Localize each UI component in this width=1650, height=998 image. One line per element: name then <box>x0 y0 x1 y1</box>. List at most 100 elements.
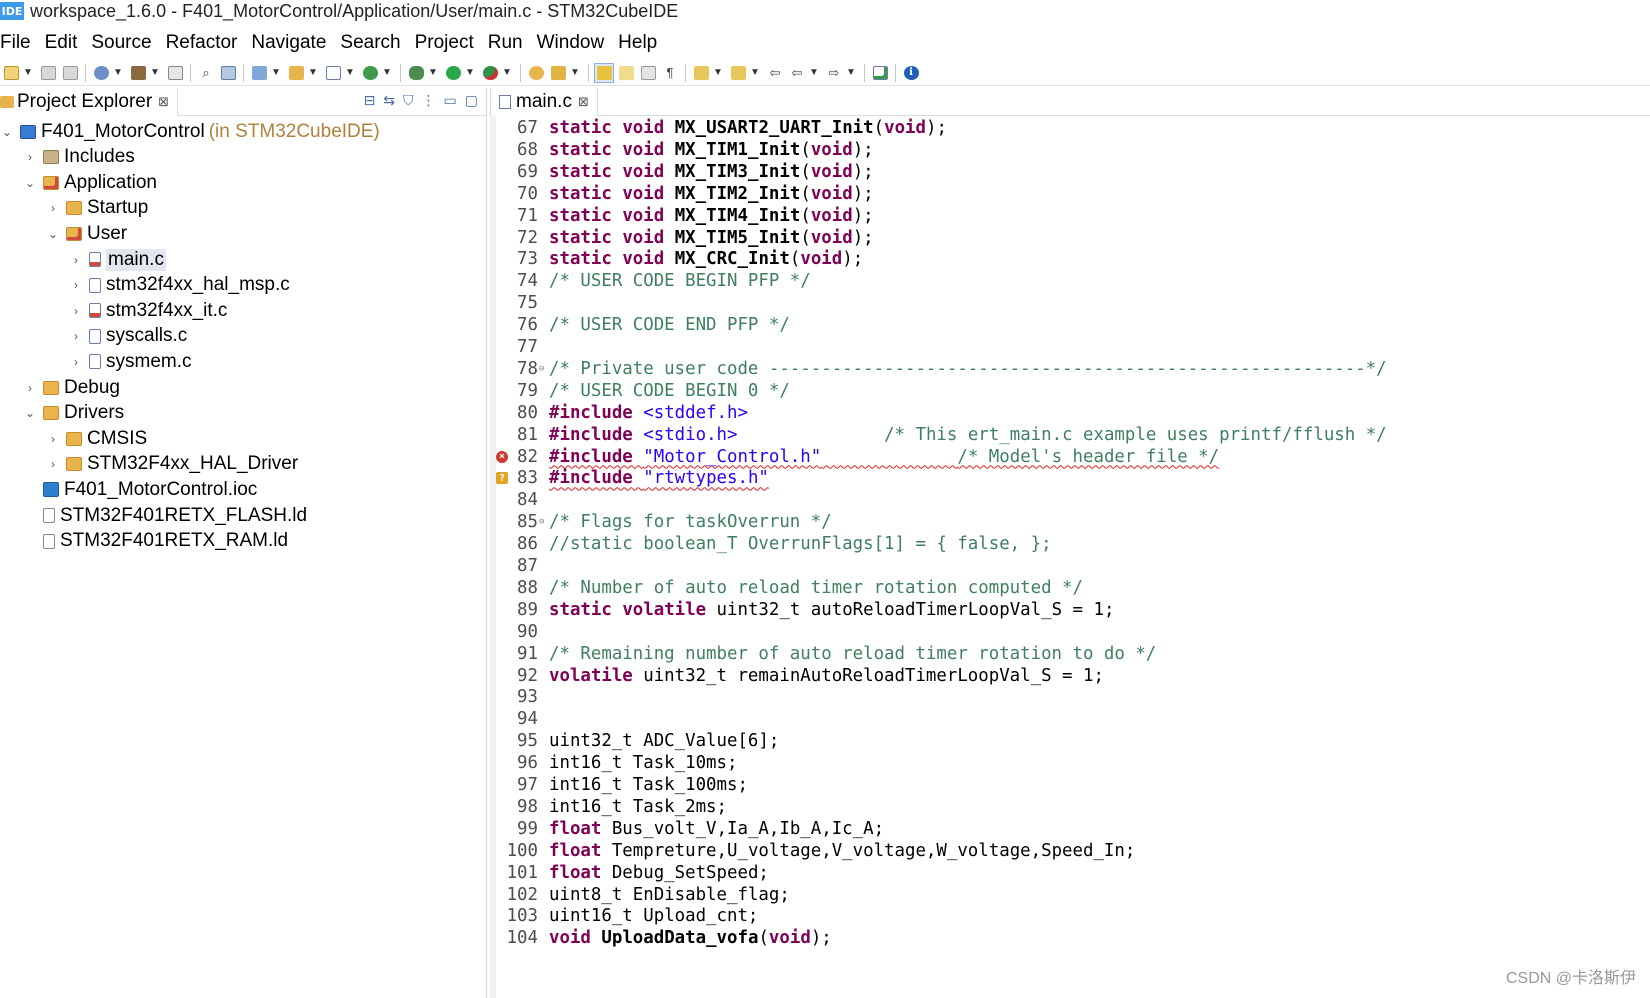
menu-edit[interactable]: Edit <box>45 32 84 54</box>
filter-icon[interactable]: ⛉ <box>403 92 414 109</box>
code-line[interactable]: 96 int16_t Task_10ms; <box>490 752 1650 774</box>
debug-bug-icon[interactable] <box>406 63 426 83</box>
chevron-right-icon[interactable]: › <box>23 150 37 164</box>
chevron-down-icon[interactable]: ▼ <box>427 67 439 78</box>
chevron-down-icon[interactable]: ▼ <box>381 67 393 78</box>
chevron-right-icon[interactable]: › <box>46 201 60 215</box>
pen-icon[interactable] <box>548 63 568 83</box>
chevron-right-icon[interactable]: › <box>69 355 83 369</box>
previous-annotation-icon[interactable] <box>728 63 748 83</box>
code-line[interactable]: 79 /* USER CODE BEGIN 0 */ <box>490 380 1650 402</box>
code-line[interactable]: 93 <box>490 686 1650 708</box>
code-line[interactable]: 81 #include <stdio.h> /* This ert_main.c … <box>490 424 1650 446</box>
code-line[interactable]: 99 float Bus_volt_V,Ia_A,Ib_A,Ic_A; <box>490 818 1650 840</box>
code-line[interactable]: 72 static void MX_TIM5_Init(void); <box>490 227 1650 249</box>
tree-item[interactable]: › STM32F4xx_HAL_Driver <box>46 452 298 477</box>
code-line[interactable]: 104 void UploadData_vofa(void); <box>490 927 1650 949</box>
terminal-icon[interactable] <box>218 63 238 83</box>
chevron-down-icon[interactable]: ▼ <box>569 67 581 78</box>
search-icon[interactable]: ⌕ <box>196 63 216 83</box>
chevron-right-icon[interactable]: › <box>69 304 83 318</box>
forward-arrow-icon[interactable]: ⇨ <box>824 63 844 83</box>
minimize-icon[interactable]: ▭ <box>444 92 457 109</box>
link-with-editor-icon[interactable]: ⇆ <box>383 92 395 109</box>
refresh-icon[interactable] <box>360 63 380 83</box>
new-icon[interactable] <box>1 63 21 83</box>
new-project-icon[interactable] <box>249 63 269 83</box>
close-icon[interactable]: ⊠ <box>578 94 589 110</box>
chevron-down-icon[interactable]: ▼ <box>307 67 319 78</box>
tree-item[interactable]: F401_MotorControl.ioc <box>23 477 257 502</box>
tree-item[interactable]: › main.c <box>69 247 166 272</box>
tree-item[interactable]: › Startup <box>46 196 148 221</box>
code-line[interactable]: 77 <box>490 336 1650 358</box>
chevron-right-icon[interactable]: › <box>23 381 37 395</box>
code-line[interactable]: 97 int16_t Task_100ms; <box>490 774 1650 796</box>
menu-navigate[interactable]: Navigate <box>251 32 332 54</box>
new-class-icon[interactable] <box>323 63 343 83</box>
code-line[interactable]: 98 int16_t Task_2ms; <box>490 796 1650 818</box>
tab-main-c[interactable]: main.c ⊠ <box>490 87 598 116</box>
code-line[interactable]: 94 <box>490 708 1650 730</box>
tab-project-explorer[interactable]: Project Explorer ⊠ <box>0 87 179 116</box>
chevron-down-icon[interactable]: ▼ <box>270 67 282 78</box>
code-line[interactable]: 90 <box>490 621 1650 643</box>
code-line[interactable]: 67 static void MX_USART2_UART_Init(void); <box>490 117 1650 139</box>
code-line[interactable]: 84 <box>490 489 1650 511</box>
code-line[interactable]: 76 /* USER CODE END PFP */ <box>490 314 1650 336</box>
chevron-down-icon[interactable]: ▼ <box>464 67 476 78</box>
view-menu-icon[interactable]: ⋮ <box>422 92 436 109</box>
chevron-right-icon[interactable]: › <box>69 329 83 343</box>
chevron-right-icon[interactable]: › <box>69 253 83 267</box>
tree-item[interactable]: STM32F401RETX_FLASH.ld <box>23 503 307 528</box>
menu-refactor[interactable]: Refactor <box>166 32 244 54</box>
chevron-right-icon[interactable]: › <box>46 457 60 471</box>
code-line[interactable]: 89 static volatile uint32_t autoReloadTim… <box>490 599 1650 621</box>
save-all-icon[interactable] <box>60 63 80 83</box>
code-line[interactable]: 68 static void MX_TIM1_Init(void); <box>490 139 1650 161</box>
code-line[interactable]: 80 #include <stddef.h> <box>490 402 1650 424</box>
tree-item[interactable]: › CMSIS <box>46 426 147 451</box>
whitespace-icon[interactable]: ¶ <box>660 63 680 83</box>
code-line[interactable]: 91 /* Remaining number of auto reload tim… <box>490 643 1650 665</box>
chevron-down-icon[interactable]: ▼ <box>808 67 820 78</box>
binary-icon[interactable] <box>165 63 185 83</box>
menu-window[interactable]: Window <box>537 32 611 54</box>
chevron-down-icon[interactable]: ▼ <box>749 67 761 78</box>
chevron-down-icon[interactable]: ⌄ <box>0 125 14 139</box>
menu-project[interactable]: Project <box>415 32 480 54</box>
code-line[interactable]: 78 ⊖ /* Private user code ----------------… <box>490 358 1650 380</box>
code-line[interactable]: 87 <box>490 555 1650 577</box>
menu-run[interactable]: Run <box>488 32 529 54</box>
new-dropdown-icon[interactable]: ▼ <box>22 67 34 78</box>
code-line[interactable]: 71 static void MX_TIM4_Init(void); <box>490 205 1650 227</box>
code-line[interactable]: 85 ⊖ /* Flags for taskOverrun */ <box>490 511 1650 533</box>
fold-toggle-icon[interactable]: ⊖ <box>539 364 544 374</box>
code-line[interactable]: 74 /* USER CODE BEGIN PFP */ <box>490 270 1650 292</box>
open-type-icon[interactable] <box>526 63 546 83</box>
tree-item[interactable]: › stm32f4xx_it.c <box>69 298 227 323</box>
tree-item[interactable]: › sysmem.c <box>69 349 192 374</box>
code-line[interactable]: 88 /* Number of auto reload timer rotatio… <box>490 577 1650 599</box>
debug-settings-icon[interactable] <box>91 63 111 83</box>
code-line[interactable]: 101 float Debug_SetSpeed; <box>490 862 1650 884</box>
code-line[interactable]: 103 uint16_t Upload_cnt; <box>490 905 1650 927</box>
chevron-right-icon[interactable]: › <box>69 278 83 292</box>
code-line[interactable]: 75 <box>490 292 1650 314</box>
last-edit-icon[interactable]: ⇦ <box>765 63 785 83</box>
menu-search[interactable]: Search <box>340 32 406 54</box>
chevron-down-icon[interactable]: ▼ <box>112 67 124 78</box>
info-icon[interactable]: i <box>901 63 921 83</box>
tree-item[interactable]: STM32F401RETX_RAM.ld <box>23 529 288 554</box>
menu-file[interactable]: File <box>0 32 37 54</box>
tree-item[interactable]: › Debug <box>23 375 120 400</box>
build-hammer-icon[interactable] <box>128 63 148 83</box>
code-area[interactable]: 67 static void MX_USART2_UART_Init(void);… <box>490 117 1650 997</box>
tree-item[interactable]: ⌄ User <box>46 221 127 246</box>
run-icon[interactable] <box>443 63 463 83</box>
chevron-down-icon[interactable]: ⌄ <box>46 227 60 241</box>
code-line[interactable]: 86 //static boolean_T OverrunFlags[1] = {… <box>490 533 1650 555</box>
highlight-icon[interactable] <box>594 62 614 83</box>
next-annotation-icon[interactable] <box>691 63 711 83</box>
chevron-down-icon[interactable]: ▼ <box>344 67 356 78</box>
